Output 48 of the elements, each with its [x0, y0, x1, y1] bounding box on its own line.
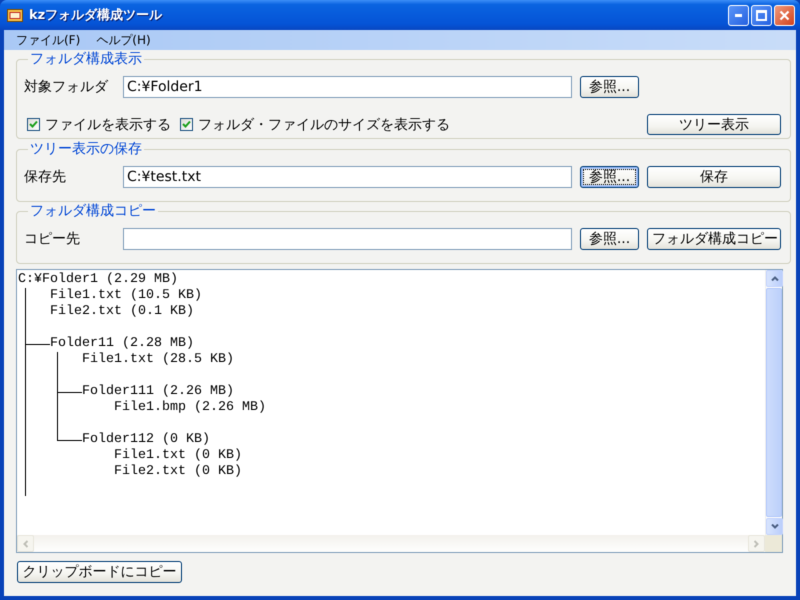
tree-entry: File1.txt (0 KB) [114, 448, 242, 464]
browse-button[interactable]: 参照... [580, 166, 639, 188]
tree-entry: File2.txt (0 KB) [114, 464, 242, 480]
field-label: 保存先 [24, 168, 67, 186]
menu-item[interactable]: ファイル(F) [8, 32, 88, 48]
tree-entry: File1.txt (28.5 KB) [82, 352, 234, 368]
checkbox[interactable] [27, 118, 40, 131]
field-label: コピー先 [24, 230, 81, 248]
copy-structure-button[interactable]: フォルダ構成コピー [647, 228, 781, 250]
scrollbar-thumb[interactable] [766, 288, 782, 517]
chevron-up-icon [770, 276, 778, 281]
close-icon [779, 10, 790, 20]
maximize-icon [756, 10, 767, 20]
tree-entry: C:¥Folder1 (2.29 MB) [18, 272, 178, 288]
maximize-button[interactable] [751, 4, 772, 26]
browse-button[interactable]: 参照... [580, 228, 639, 250]
scrollbar-corner [765, 535, 782, 552]
tree-entry: File1.txt (10.5 KB) [50, 288, 202, 304]
checkbox[interactable] [180, 118, 193, 131]
app-icon [7, 8, 23, 22]
scroll-down-button[interactable] [766, 518, 783, 535]
chevron-left-icon [23, 540, 28, 548]
scroll-up-button[interactable] [766, 270, 783, 287]
show-tree-button[interactable]: ツリー表示 [647, 114, 781, 135]
chevron-down-icon [770, 524, 778, 529]
checkbox-label: フォルダ・ファイルのサイズを表示する [198, 116, 450, 134]
save-button[interactable]: 保存 [647, 166, 781, 188]
group-title: ツリー表示の保存 [29, 140, 143, 158]
tree-entry: Folder111 (2.26 MB) [82, 384, 234, 400]
checkbox-label: ファイルを表示する [45, 116, 171, 134]
tree-entry: File1.bmp (2.26 MB) [114, 400, 266, 416]
path-field[interactable] [123, 228, 572, 250]
path-field[interactable]: C:¥test.txt [123, 166, 572, 188]
tree-entry: Folder112 (0 KB) [82, 432, 210, 448]
browse-button[interactable]: 参照... [580, 76, 639, 98]
group-title: フォルダ構成コピー [29, 202, 157, 220]
tree-entry: Folder11 (2.28 MB) [50, 336, 194, 352]
copy-to-clipboard-button[interactable]: クリップボードにコピー [17, 561, 182, 583]
path-field[interactable]: C:¥Folder1 [123, 76, 572, 98]
menu-item[interactable]: ヘルプ(H) [88, 32, 159, 48]
minimize-icon [735, 14, 742, 16]
group-title: フォルダ構成表示 [29, 50, 143, 68]
minimize-button[interactable] [728, 4, 749, 26]
window-title: kzフォルダ構成ツール [29, 7, 164, 24]
chevron-right-icon [754, 540, 759, 548]
tree-entry: File2.txt (0.1 KB) [50, 304, 194, 320]
field-label: 対象フォルダ [24, 78, 110, 96]
close-button[interactable] [774, 4, 795, 26]
